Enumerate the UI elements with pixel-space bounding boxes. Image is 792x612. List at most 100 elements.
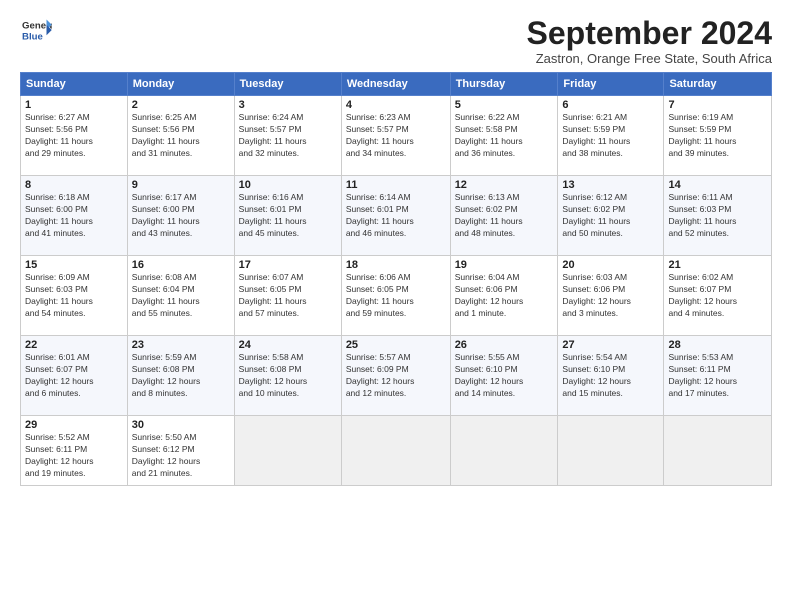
header-sunday: Sunday <box>21 73 128 96</box>
day-info: Sunrise: 6:09 AM Sunset: 6:03 PM Dayligh… <box>25 272 123 320</box>
day-number: 30 <box>132 419 230 431</box>
day-info: Sunrise: 6:21 AM Sunset: 5:59 PM Dayligh… <box>562 112 659 160</box>
day-cell: 6Sunrise: 6:21 AM Sunset: 5:59 PM Daylig… <box>558 96 664 176</box>
day-cell: 26Sunrise: 5:55 AM Sunset: 6:10 PM Dayli… <box>450 336 558 416</box>
day-number: 2 <box>132 99 230 111</box>
day-info: Sunrise: 6:11 AM Sunset: 6:03 PM Dayligh… <box>668 192 767 240</box>
day-info: Sunrise: 5:54 AM Sunset: 6:10 PM Dayligh… <box>562 352 659 400</box>
day-number: 1 <box>25 99 123 111</box>
day-cell: 29Sunrise: 5:52 AM Sunset: 6:11 PM Dayli… <box>21 416 128 486</box>
day-number: 19 <box>455 259 554 271</box>
day-number: 17 <box>239 259 337 271</box>
day-number: 9 <box>132 179 230 191</box>
day-number: 14 <box>668 179 767 191</box>
week-row-1: 1Sunrise: 6:27 AM Sunset: 5:56 PM Daylig… <box>21 96 772 176</box>
day-number: 26 <box>455 339 554 351</box>
svg-text:Blue: Blue <box>22 32 43 43</box>
day-info: Sunrise: 6:19 AM Sunset: 5:59 PM Dayligh… <box>668 112 767 160</box>
day-cell: 14Sunrise: 6:11 AM Sunset: 6:03 PM Dayli… <box>664 176 772 256</box>
day-cell: 19Sunrise: 6:04 AM Sunset: 6:06 PM Dayli… <box>450 256 558 336</box>
day-info: Sunrise: 6:22 AM Sunset: 5:58 PM Dayligh… <box>455 112 554 160</box>
week-row-2: 8Sunrise: 6:18 AM Sunset: 6:00 PM Daylig… <box>21 176 772 256</box>
day-info: Sunrise: 6:02 AM Sunset: 6:07 PM Dayligh… <box>668 272 767 320</box>
day-info: Sunrise: 6:17 AM Sunset: 6:00 PM Dayligh… <box>132 192 230 240</box>
day-cell: 18Sunrise: 6:06 AM Sunset: 6:05 PM Dayli… <box>341 256 450 336</box>
header-friday: Friday <box>558 73 664 96</box>
day-number: 11 <box>346 179 446 191</box>
day-number: 20 <box>562 259 659 271</box>
header-saturday: Saturday <box>664 73 772 96</box>
calendar: Sunday Monday Tuesday Wednesday Thursday… <box>20 72 772 486</box>
day-info: Sunrise: 5:57 AM Sunset: 6:09 PM Dayligh… <box>346 352 446 400</box>
day-number: 7 <box>668 99 767 111</box>
day-cell: 3Sunrise: 6:24 AM Sunset: 5:57 PM Daylig… <box>234 96 341 176</box>
day-cell: 21Sunrise: 6:02 AM Sunset: 6:07 PM Dayli… <box>664 256 772 336</box>
day-info: Sunrise: 6:03 AM Sunset: 6:06 PM Dayligh… <box>562 272 659 320</box>
day-number: 5 <box>455 99 554 111</box>
day-cell: 20Sunrise: 6:03 AM Sunset: 6:06 PM Dayli… <box>558 256 664 336</box>
day-cell: 25Sunrise: 5:57 AM Sunset: 6:09 PM Dayli… <box>341 336 450 416</box>
day-cell: 22Sunrise: 6:01 AM Sunset: 6:07 PM Dayli… <box>21 336 128 416</box>
day-info: Sunrise: 6:08 AM Sunset: 6:04 PM Dayligh… <box>132 272 230 320</box>
day-number: 24 <box>239 339 337 351</box>
day-info: Sunrise: 6:06 AM Sunset: 6:05 PM Dayligh… <box>346 272 446 320</box>
day-number: 8 <box>25 179 123 191</box>
day-number: 3 <box>239 99 337 111</box>
day-cell <box>558 416 664 486</box>
day-cell: 27Sunrise: 5:54 AM Sunset: 6:10 PM Dayli… <box>558 336 664 416</box>
day-cell: 28Sunrise: 5:53 AM Sunset: 6:11 PM Dayli… <box>664 336 772 416</box>
day-cell: 13Sunrise: 6:12 AM Sunset: 6:02 PM Dayli… <box>558 176 664 256</box>
day-cell: 15Sunrise: 6:09 AM Sunset: 6:03 PM Dayli… <box>21 256 128 336</box>
day-info: Sunrise: 5:50 AM Sunset: 6:12 PM Dayligh… <box>132 432 230 480</box>
day-number: 27 <box>562 339 659 351</box>
day-number: 4 <box>346 99 446 111</box>
day-cell <box>450 416 558 486</box>
day-cell: 23Sunrise: 5:59 AM Sunset: 6:08 PM Dayli… <box>127 336 234 416</box>
day-number: 22 <box>25 339 123 351</box>
day-info: Sunrise: 6:01 AM Sunset: 6:07 PM Dayligh… <box>25 352 123 400</box>
day-info: Sunrise: 6:16 AM Sunset: 6:01 PM Dayligh… <box>239 192 337 240</box>
day-number: 10 <box>239 179 337 191</box>
header-wednesday: Wednesday <box>341 73 450 96</box>
day-number: 16 <box>132 259 230 271</box>
day-info: Sunrise: 6:27 AM Sunset: 5:56 PM Dayligh… <box>25 112 123 160</box>
day-cell: 10Sunrise: 6:16 AM Sunset: 6:01 PM Dayli… <box>234 176 341 256</box>
week-row-4: 22Sunrise: 6:01 AM Sunset: 6:07 PM Dayli… <box>21 336 772 416</box>
day-number: 21 <box>668 259 767 271</box>
day-cell <box>234 416 341 486</box>
day-info: Sunrise: 5:52 AM Sunset: 6:11 PM Dayligh… <box>25 432 123 480</box>
day-info: Sunrise: 6:24 AM Sunset: 5:57 PM Dayligh… <box>239 112 337 160</box>
logo-icon: General Blue <box>20 16 52 44</box>
day-number: 13 <box>562 179 659 191</box>
day-info: Sunrise: 5:55 AM Sunset: 6:10 PM Dayligh… <box>455 352 554 400</box>
day-info: Sunrise: 6:04 AM Sunset: 6:06 PM Dayligh… <box>455 272 554 320</box>
day-cell: 7Sunrise: 6:19 AM Sunset: 5:59 PM Daylig… <box>664 96 772 176</box>
day-info: Sunrise: 6:23 AM Sunset: 5:57 PM Dayligh… <box>346 112 446 160</box>
header-thursday: Thursday <box>450 73 558 96</box>
day-info: Sunrise: 6:14 AM Sunset: 6:01 PM Dayligh… <box>346 192 446 240</box>
day-number: 6 <box>562 99 659 111</box>
logo: General Blue <box>20 16 52 44</box>
day-number: 25 <box>346 339 446 351</box>
day-cell: 12Sunrise: 6:13 AM Sunset: 6:02 PM Dayli… <box>450 176 558 256</box>
day-number: 18 <box>346 259 446 271</box>
day-number: 28 <box>668 339 767 351</box>
title-block: September 2024 Zastron, Orange Free Stat… <box>527 16 772 66</box>
month-title: September 2024 <box>527 16 772 51</box>
day-info: Sunrise: 6:13 AM Sunset: 6:02 PM Dayligh… <box>455 192 554 240</box>
day-cell: 2Sunrise: 6:25 AM Sunset: 5:56 PM Daylig… <box>127 96 234 176</box>
header-tuesday: Tuesday <box>234 73 341 96</box>
day-cell: 9Sunrise: 6:17 AM Sunset: 6:00 PM Daylig… <box>127 176 234 256</box>
day-info: Sunrise: 6:07 AM Sunset: 6:05 PM Dayligh… <box>239 272 337 320</box>
day-cell: 4Sunrise: 6:23 AM Sunset: 5:57 PM Daylig… <box>341 96 450 176</box>
subtitle: Zastron, Orange Free State, South Africa <box>527 51 772 66</box>
header-row: Sunday Monday Tuesday Wednesday Thursday… <box>21 73 772 96</box>
day-cell <box>664 416 772 486</box>
header-monday: Monday <box>127 73 234 96</box>
day-cell: 30Sunrise: 5:50 AM Sunset: 6:12 PM Dayli… <box>127 416 234 486</box>
week-row-5: 29Sunrise: 5:52 AM Sunset: 6:11 PM Dayli… <box>21 416 772 486</box>
day-info: Sunrise: 5:58 AM Sunset: 6:08 PM Dayligh… <box>239 352 337 400</box>
day-info: Sunrise: 6:25 AM Sunset: 5:56 PM Dayligh… <box>132 112 230 160</box>
day-number: 23 <box>132 339 230 351</box>
day-cell: 1Sunrise: 6:27 AM Sunset: 5:56 PM Daylig… <box>21 96 128 176</box>
